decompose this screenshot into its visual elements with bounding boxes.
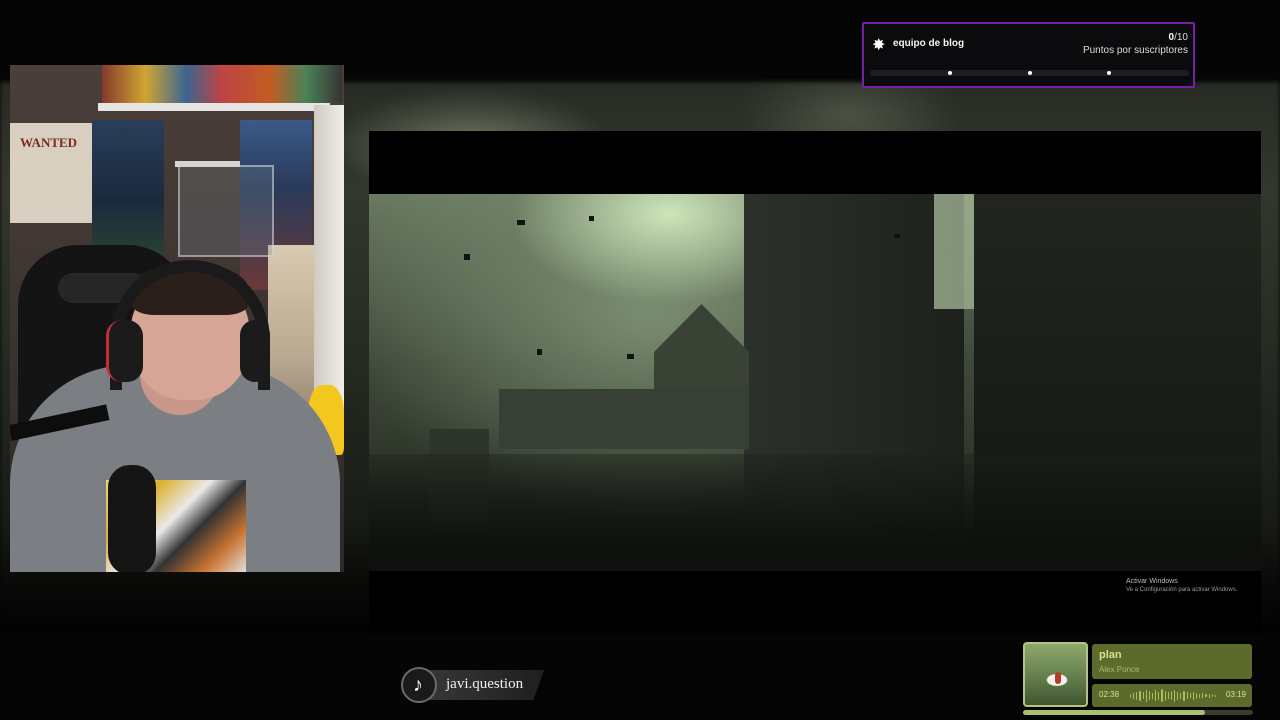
headphone-cup-right: [240, 320, 270, 382]
song-info: plan Alex Ponce: [1092, 644, 1252, 679]
song-progress-fill: [1023, 710, 1205, 715]
goal-title: equipo de blog: [893, 38, 965, 49]
song-total-time: 03:19: [1225, 690, 1246, 699]
webcam-figurines-shelf: [102, 65, 342, 103]
song-current-time: 02:38: [1099, 690, 1120, 699]
waveform-bar: [1136, 691, 1138, 700]
waveform-bar: [1177, 691, 1179, 700]
goal-progress-bar: [870, 70, 1189, 76]
waveform-bar: [1208, 693, 1210, 698]
song-artist: Alex Ponce: [1099, 665, 1140, 674]
goal-label: Puntos por suscriptores: [1082, 45, 1188, 56]
waveform-bar: [1214, 694, 1216, 697]
waveform-bar: [1173, 689, 1176, 702]
tiktok-handle-badge: ♪ javi.question: [401, 667, 544, 703]
waveform-bar: [1192, 691, 1194, 700]
waveform-bar: [1148, 691, 1150, 700]
song-title: plan: [1099, 649, 1122, 661]
waveform-bar: [1164, 690, 1166, 701]
microphone-icon: [108, 465, 156, 572]
album-art-figure: [1055, 672, 1061, 684]
video-castle-wall: [499, 389, 749, 449]
waveform-bar: [1199, 693, 1201, 698]
goal-milestone-dot: [1107, 71, 1112, 75]
now-playing-widget: plan Alex Ponce 02:38 03:19: [1023, 642, 1253, 717]
video-debris: [627, 354, 634, 359]
waveform-bar: [1161, 689, 1163, 702]
goal-milestone-dot: [947, 71, 952, 75]
webcam-feed: WANTED: [10, 65, 344, 572]
video-player[interactable]: Activar Windows Ve a Configuración para …: [369, 131, 1261, 633]
waveform-bar: [1189, 693, 1191, 698]
tiktok-handle: javi.question: [446, 676, 524, 692]
wanted-poster-text: WANTED: [20, 135, 78, 150]
waveform-bar: [1205, 694, 1207, 697]
song-progress-bar: [1023, 710, 1253, 715]
waveform-bar: [1142, 692, 1144, 699]
waveform-bar: [1170, 691, 1172, 700]
waveform-bar: [1145, 689, 1147, 702]
album-art: [1023, 642, 1088, 707]
subscriber-goal-widget: ✸ equipo de blog 0/10 Puntos por suscrip…: [862, 22, 1195, 88]
waveform-bar: [1202, 693, 1204, 698]
video-debris: [464, 254, 470, 260]
watermark-title: Activar Windows: [1126, 578, 1178, 585]
goal-count: 0/10: [1169, 32, 1188, 43]
waveform-bar: [1130, 693, 1132, 698]
video-debris: [589, 216, 594, 221]
watermark-subtitle: Ve a Configuración para activar Windows.: [1126, 587, 1238, 593]
video-frame: [369, 194, 1261, 571]
video-castle-window: [934, 194, 974, 309]
waveform-bar: [1211, 694, 1213, 697]
headphone-cup-left: [106, 320, 143, 382]
goal-total: /10: [1174, 32, 1188, 43]
waveform-bar: [1158, 691, 1160, 700]
star-badge-icon: ✸: [872, 37, 886, 54]
video-rubble: [369, 454, 1261, 571]
video-debris: [517, 220, 525, 225]
waveform-bar: [1167, 692, 1169, 699]
song-timebar: 02:38 03:19: [1092, 684, 1252, 707]
tiktok-icon: ♪: [401, 667, 437, 703]
waveform-bar: [1183, 690, 1185, 701]
waveform-bar: [1139, 690, 1141, 701]
webcam-display-case: [178, 165, 274, 257]
webcam-shelf: [98, 103, 330, 111]
video-debris: [894, 234, 900, 238]
video-debris: [537, 349, 542, 355]
webcam-wanted-poster: WANTED: [10, 123, 92, 223]
waveform-bar: [1155, 690, 1157, 701]
waveform-bar: [1151, 692, 1154, 699]
waveform-bar: [1195, 692, 1198, 699]
waveform-bar: [1133, 692, 1135, 699]
waveform-bar: [1186, 692, 1188, 699]
waveform-icon: [1130, 689, 1216, 702]
waveform-bar: [1180, 692, 1182, 699]
goal-milestone-dot: [1027, 71, 1032, 75]
windows-activation-watermark: Activar Windows Ve a Configuración para …: [1126, 577, 1237, 595]
